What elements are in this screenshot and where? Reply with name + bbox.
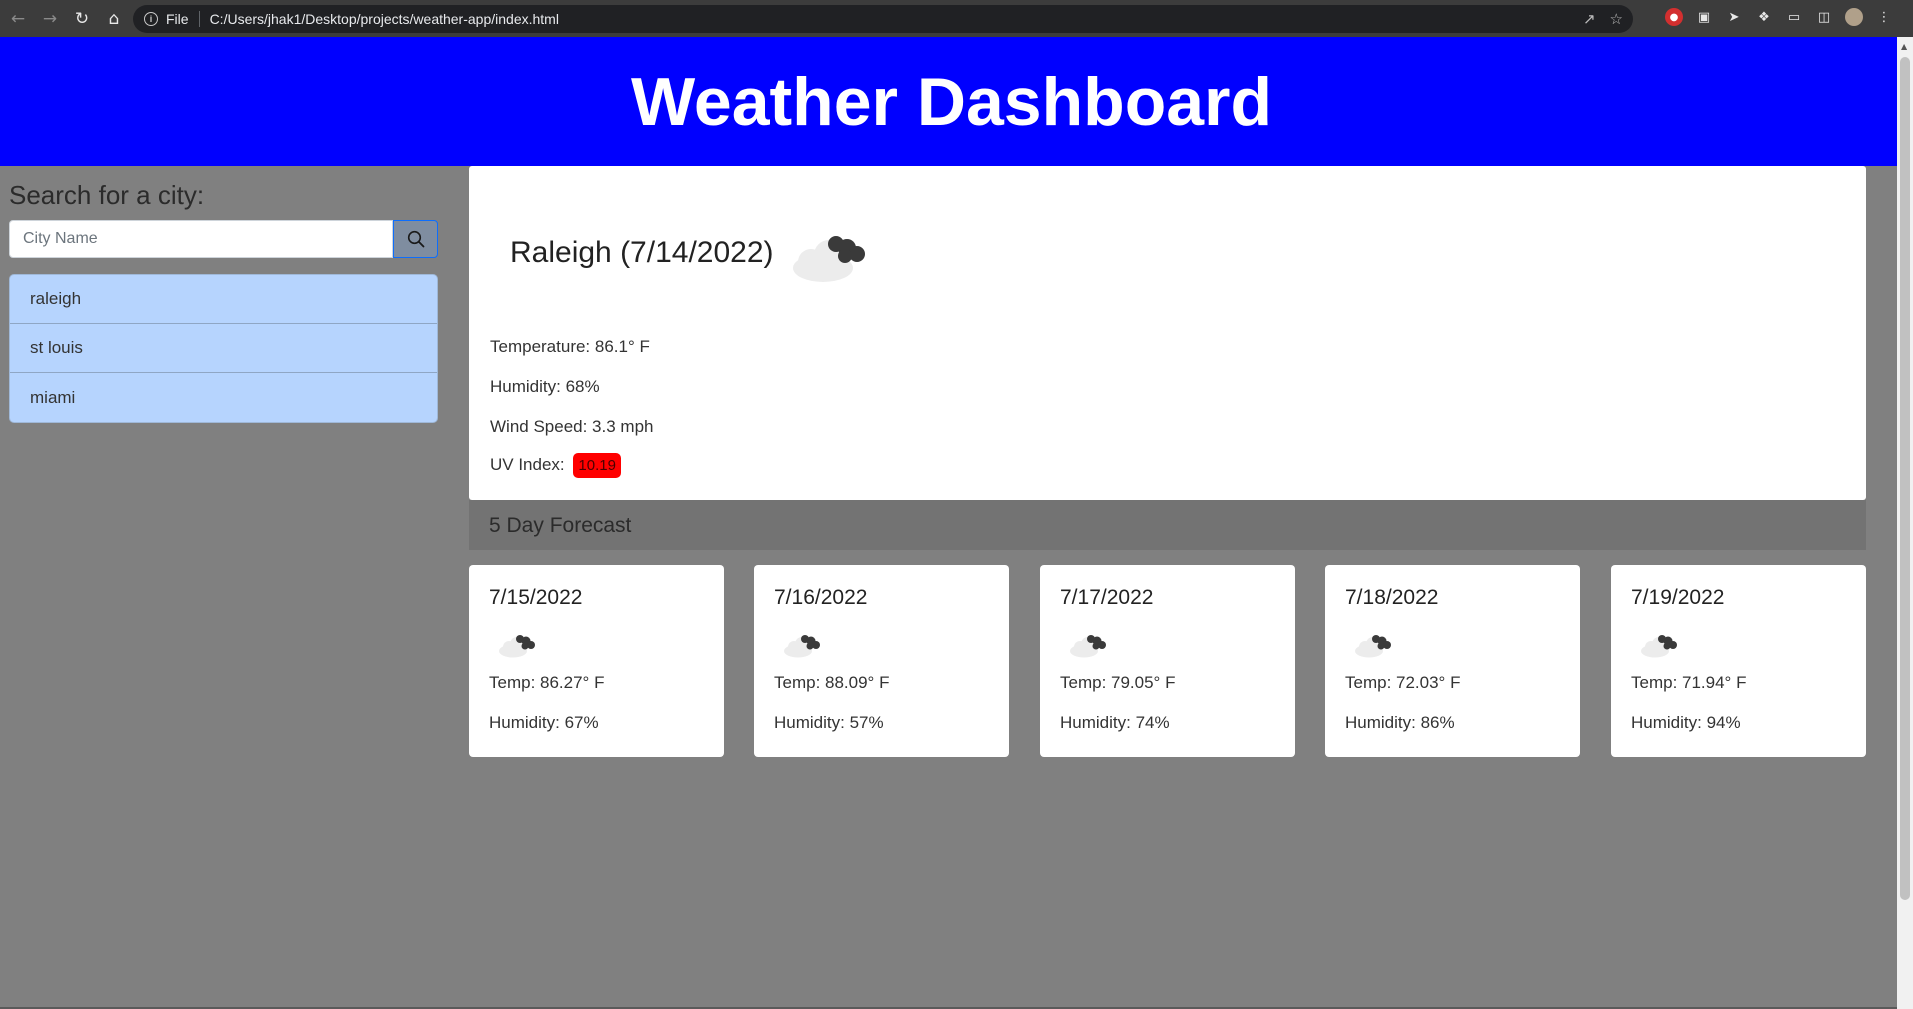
uv-label: UV Index:	[490, 455, 565, 474]
forecast-temp: Temp: 88.09° F	[774, 673, 890, 692]
forecast-header: 5 Day Forecast	[469, 500, 1866, 550]
cast-icon[interactable]: ▭	[1785, 8, 1803, 26]
back-icon[interactable]: ←	[4, 5, 32, 33]
forecast-temp: Temp: 79.05° F	[1060, 673, 1176, 692]
url-text[interactable]: C:/Users/jhak1/Desktop/projects/weather-…	[210, 11, 559, 27]
broken-clouds-icon	[1355, 635, 1391, 658]
forecast-date: 7/18/2022	[1345, 586, 1439, 609]
extension-arrow-icon[interactable]: ➤	[1725, 8, 1743, 26]
current-city-title: Raleigh (7/14/2022)	[510, 236, 774, 269]
forecast-date: 7/17/2022	[1060, 586, 1154, 609]
broken-clouds-icon	[1070, 635, 1106, 658]
forecast-humidity: Humidity: 74%	[1060, 713, 1170, 732]
address-bar[interactable]: i File C:/Users/jhak1/Desktop/projects/w…	[133, 5, 1633, 33]
forecast-card: 7/18/2022 Temp: 72.03° F Humidity: 86%	[1325, 565, 1580, 757]
forecast-card: 7/17/2022 Temp: 79.05° F Humidity: 74%	[1040, 565, 1295, 757]
history-item-raleigh[interactable]: raleigh	[10, 275, 437, 324]
city-search-input[interactable]	[9, 220, 393, 258]
forecast-card: 7/19/2022 Temp: 71.94° F Humidity: 94%	[1611, 565, 1866, 757]
uv-index-badge: 10.19	[573, 453, 621, 478]
broken-clouds-icon	[784, 635, 820, 658]
forecast-humidity: Humidity: 67%	[489, 713, 599, 732]
menu-dots-icon[interactable]: ⋮	[1875, 8, 1893, 26]
forecast-card: 7/15/2022 Temp: 86.27° F Humidity: 67%	[469, 565, 724, 757]
forecast-temp: Temp: 72.03° F	[1345, 673, 1461, 692]
forecast-title: 5 Day Forecast	[489, 514, 632, 537]
profile-avatar[interactable]	[1845, 8, 1863, 26]
side-panel-icon[interactable]: ◫	[1815, 8, 1833, 26]
forecast-temp: Temp: 86.27° F	[489, 673, 605, 692]
current-uv-row: UV Index: 10.19	[490, 453, 621, 478]
broken-clouds-icon	[1641, 635, 1677, 658]
search-button[interactable]	[393, 220, 438, 258]
extension-box-icon[interactable]: ▣	[1695, 8, 1713, 26]
search-heading: Search for a city:	[9, 180, 205, 210]
reload-icon[interactable]: ↻	[68, 5, 96, 33]
forecast-humidity: Humidity: 86%	[1345, 713, 1455, 732]
forecast-temp: Temp: 71.94° F	[1631, 673, 1747, 692]
history-item-miami[interactable]: miami	[10, 373, 437, 422]
extensions-puzzle-icon[interactable]: ❖	[1755, 8, 1773, 26]
info-icon[interactable]: i	[144, 12, 158, 26]
search-icon	[407, 230, 424, 248]
scrollbar[interactable]: ▲	[1897, 37, 1913, 1009]
page-title: Weather Dashboard	[630, 63, 1273, 140]
file-label: File	[166, 11, 189, 27]
current-weather-panel: Raleigh (7/14/2022) Temperature: 86.1° F…	[469, 166, 1866, 500]
browser-toolbar: ← → ↻ ⌂ i File C:/Users/jhak1/Desktop/pr…	[0, 0, 1913, 37]
search-row	[9, 220, 438, 258]
share-icon[interactable]: ↗	[1583, 10, 1596, 28]
forecast-date: 7/16/2022	[774, 586, 868, 609]
forecast-card: 7/16/2022 Temp: 88.09° F Humidity: 57%	[754, 565, 1009, 757]
broken-clouds-icon	[499, 635, 535, 658]
broken-clouds-icon	[793, 236, 865, 282]
bookmark-star-icon[interactable]: ☆	[1610, 10, 1623, 28]
extension-red-icon[interactable]: ●	[1665, 8, 1683, 26]
history-item-st-louis[interactable]: st louis	[10, 324, 437, 373]
scroll-up-icon[interactable]: ▲	[1901, 42, 1907, 51]
home-icon[interactable]: ⌂	[100, 5, 128, 33]
page-header: Weather Dashboard	[0, 37, 1897, 166]
separator	[198, 11, 200, 27]
current-wind-speed: Wind Speed: 3.3 mph	[490, 417, 654, 436]
forecast-humidity: Humidity: 57%	[774, 713, 884, 732]
current-humidity: Humidity: 68%	[490, 377, 600, 396]
search-history-list: raleigh st louis miami	[9, 274, 438, 423]
forward-icon[interactable]: →	[36, 5, 64, 33]
search-sidebar: Search for a city: raleigh st louis miam…	[9, 166, 438, 423]
forecast-date: 7/19/2022	[1631, 586, 1725, 609]
forecast-humidity: Humidity: 94%	[1631, 713, 1741, 732]
current-temperature: Temperature: 86.1° F	[490, 337, 650, 356]
scroll-thumb[interactable]	[1900, 57, 1910, 900]
forecast-date: 7/15/2022	[489, 586, 583, 609]
